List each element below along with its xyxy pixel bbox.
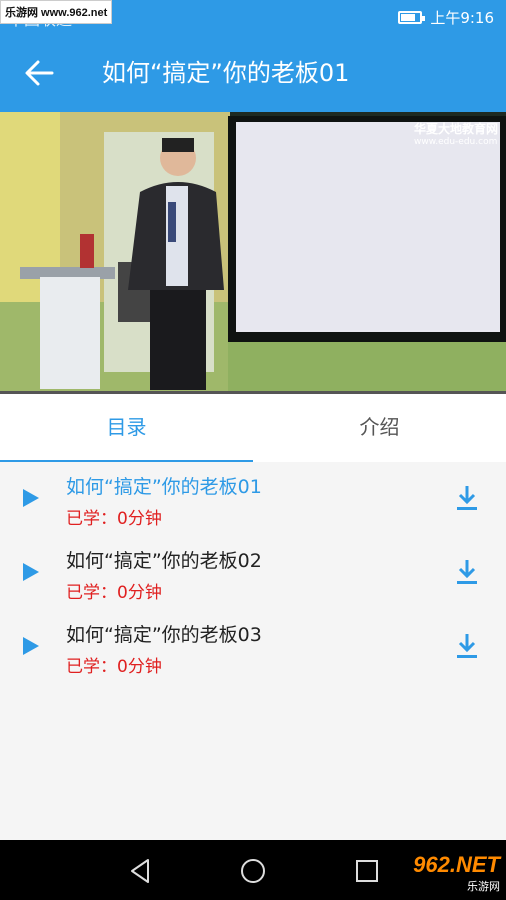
download-icon[interactable] [455, 558, 479, 586]
clock-label: 上午9:16 [430, 9, 494, 27]
arrow-left-icon [25, 60, 54, 86]
lesson-title: 如何“搞定”你的老板03 [66, 624, 262, 646]
video-logo: 华夏大地教育网 www.edu-edu.com [414, 120, 498, 147]
list-item[interactable]: 如何“搞定”你的老板03 已学：0分钟 [0, 610, 506, 684]
battery-icon [398, 11, 426, 24]
back-button[interactable] [22, 56, 56, 90]
status-right: 上午9:16 [398, 7, 494, 28]
list-item[interactable]: 如何“搞定”你的老板01 已学：0分钟 [0, 462, 506, 536]
corner-watermark: 962.NET 乐游网 [413, 852, 500, 894]
status-bar: 中国联通 乐游网 www.962.net 上午9:16 [0, 0, 506, 34]
watermark-label: 乐游网 www.962.net [0, 0, 113, 24]
corner-watermark-big: 962.NET [413, 852, 500, 877]
tab-intro[interactable]: 介绍 [253, 394, 506, 460]
lesson-title: 如何“搞定”你的老板01 [66, 476, 262, 498]
back-triangle-icon[interactable] [126, 856, 156, 886]
download-icon[interactable] [455, 484, 479, 512]
lesson-progress: 已学：0分钟 [66, 509, 162, 529]
lesson-progress: 已学：0分钟 [66, 657, 162, 677]
recents-square-icon[interactable] [352, 856, 382, 886]
tab-catalog[interactable]: 目录 [0, 394, 253, 460]
lesson-list: 如何“搞定”你的老板01 已学：0分钟 如何“搞定”你的老板02 已学：0分钟 … [0, 462, 506, 840]
download-icon[interactable] [455, 632, 479, 660]
corner-watermark-small: 乐游网 [467, 881, 500, 893]
video-frame [0, 112, 506, 394]
video-player[interactable]: 华夏大地教育网 www.edu-edu.com [0, 112, 506, 394]
tab-bar: 目录 介绍 [0, 394, 506, 463]
lesson-title: 如何“搞定”你的老板02 [66, 550, 262, 572]
page-title: 如何“搞定”你的老板01 [102, 59, 350, 87]
app-bar: 如何“搞定”你的老板01 [0, 34, 506, 112]
play-icon[interactable] [22, 636, 40, 656]
list-item[interactable]: 如何“搞定”你的老板02 已学：0分钟 [0, 536, 506, 610]
system-nav-bar: 962.NET 乐游网 [0, 840, 506, 900]
play-icon[interactable] [22, 562, 40, 582]
logo-name: 华夏大地教育网 [413, 122, 498, 136]
lesson-progress: 已学：0分钟 [66, 583, 162, 603]
logo-url: www.edu-edu.com [413, 137, 498, 147]
play-icon[interactable] [22, 488, 40, 508]
home-circle-icon[interactable] [238, 856, 268, 886]
